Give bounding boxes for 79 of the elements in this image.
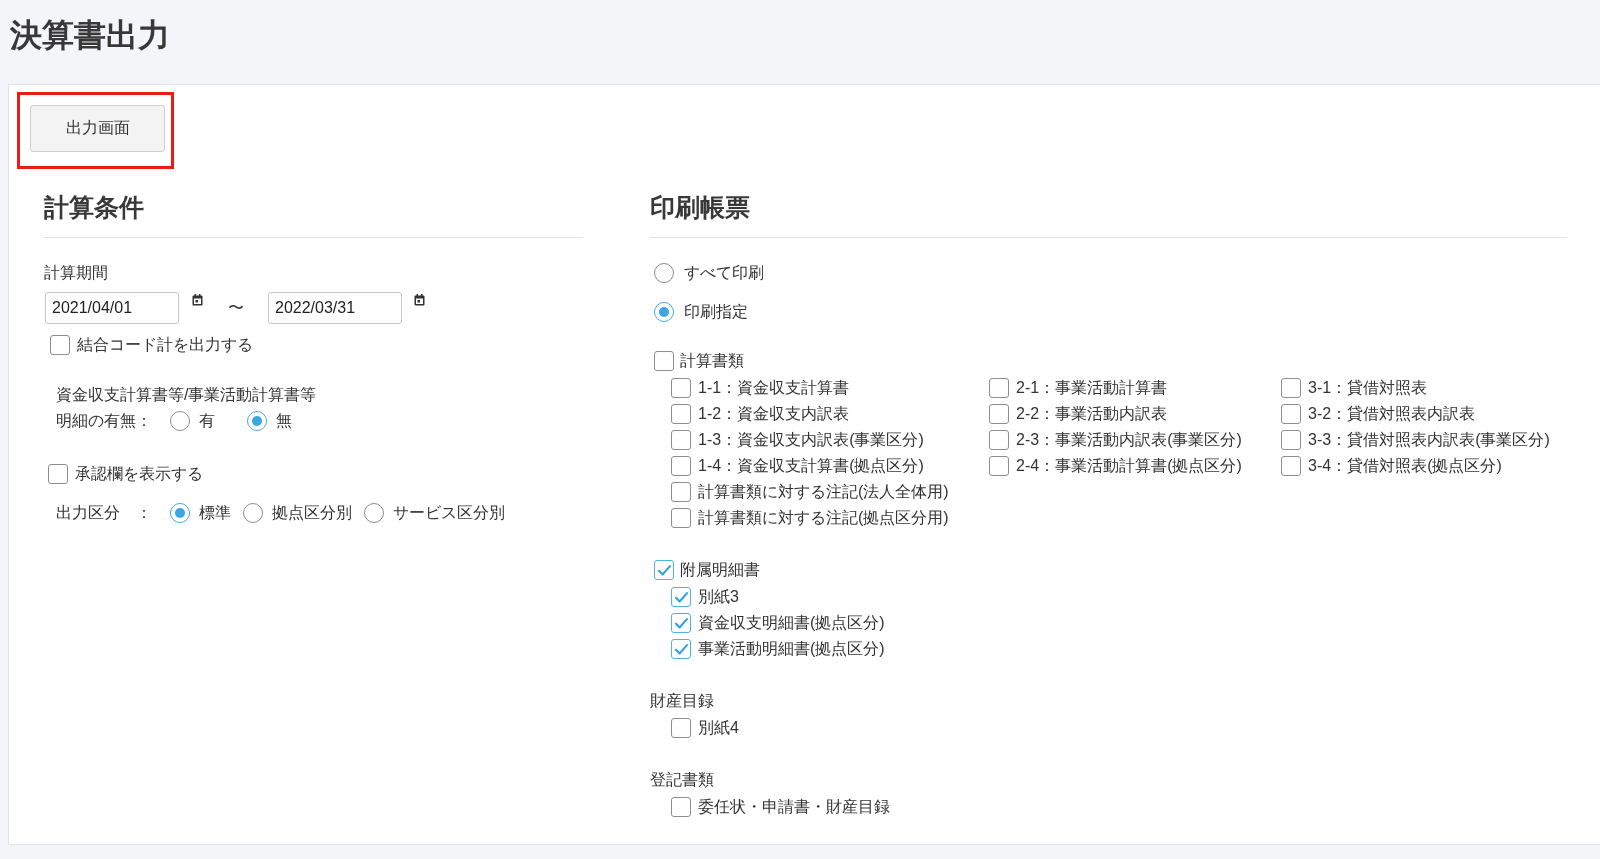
option-label: 事業活動明細書(拠点区分) — [698, 639, 885, 659]
radio-button[interactable] — [364, 503, 384, 523]
option-label: 別紙4 — [698, 718, 739, 738]
option-label: 1-3：資金収支内訳表(事業区分) — [698, 430, 924, 450]
radio-button[interactable] — [243, 503, 263, 523]
check-icon — [674, 643, 688, 655]
section-heading: 印刷帳票 — [650, 192, 750, 222]
option-label: 2-3：事業活動内訳表(事業区分) — [1016, 430, 1242, 450]
option-label: 承認欄を表示する — [75, 464, 203, 484]
checkbox[interactable] — [48, 464, 68, 484]
option-label: 2-4：事業活動計算書(拠点区分) — [1016, 456, 1242, 476]
group-heading: 登記書類 — [650, 770, 714, 790]
option-label: 拠点区分別 — [272, 503, 352, 523]
checkbox[interactable] — [671, 718, 691, 738]
date-field[interactable]: 2021/04/01 — [45, 292, 179, 324]
check-icon — [657, 564, 671, 576]
option-label: 1-2：資金収支内訳表 — [698, 404, 850, 424]
radio-button[interactable] — [247, 411, 267, 431]
group-heading: 財産目録 — [650, 691, 714, 711]
field-label: 出力区分 ： — [56, 503, 152, 523]
check-icon — [674, 617, 688, 629]
option-label: 計算書類に対する注記(拠点区分用) — [698, 508, 949, 528]
option-label: 2-1：事業活動計算書 — [1016, 378, 1168, 398]
checkbox[interactable] — [989, 456, 1009, 476]
range-separator: 〜 — [228, 298, 244, 318]
calendar-icon[interactable] — [192, 294, 203, 306]
checkbox[interactable] — [1281, 430, 1301, 450]
checkbox[interactable] — [989, 378, 1009, 398]
checkbox[interactable] — [1281, 378, 1301, 398]
checkbox[interactable] — [989, 430, 1009, 450]
checkbox[interactable] — [989, 404, 1009, 424]
option-label: 1-4：資金収支計算書(拠点区分) — [698, 456, 924, 476]
option-label: 資金収支明細書(拠点区分) — [698, 613, 885, 633]
option-label: サービス区分別 — [393, 503, 505, 523]
output-screen-button[interactable]: 出力画面 — [30, 105, 165, 152]
section-caption: 資金収支計算書等/事業活動計算書等 — [56, 385, 317, 405]
option-label: 委任状・申請書・財産目録 — [698, 797, 890, 817]
option-label: 1-1：資金収支計算書 — [698, 378, 850, 398]
checkbox[interactable] — [671, 613, 691, 633]
checkbox[interactable] — [654, 560, 674, 580]
option-label: 計算書類 — [680, 351, 744, 371]
checkbox[interactable] — [1281, 456, 1301, 476]
option-label: 附属明細書 — [680, 560, 760, 580]
option-label: 2-2：事業活動内訳表 — [1016, 404, 1168, 424]
option-label: 3-3：貸借対照表内訳表(事業区分) — [1308, 430, 1550, 450]
radio-button[interactable] — [170, 411, 190, 431]
option-label: 3-2：貸借対照表内訳表 — [1308, 404, 1476, 424]
checkbox[interactable] — [671, 456, 691, 476]
option-label: 有 — [199, 411, 215, 431]
checkbox[interactable] — [671, 430, 691, 450]
checkbox[interactable] — [50, 335, 70, 355]
option-label: 別紙3 — [698, 587, 739, 607]
checkbox[interactable] — [671, 797, 691, 817]
checkbox[interactable] — [671, 508, 691, 528]
calendar-icon[interactable] — [414, 294, 425, 306]
check-icon — [674, 591, 688, 603]
section-heading: 計算条件 — [44, 192, 144, 222]
checkbox[interactable] — [671, 639, 691, 659]
checkbox[interactable] — [671, 404, 691, 424]
radio-button[interactable] — [654, 263, 674, 283]
checkbox[interactable] — [671, 482, 691, 502]
option-label: 標準 — [199, 503, 231, 523]
radio-button[interactable] — [654, 302, 674, 322]
field-label: 計算期間 — [44, 263, 108, 283]
checkbox[interactable] — [671, 587, 691, 607]
option-label: 印刷指定 — [684, 302, 748, 322]
page-title: 決算書出力 — [10, 16, 170, 55]
option-label: 無 — [276, 411, 292, 431]
checkbox[interactable] — [1281, 404, 1301, 424]
option-label: 結合コード計を出力する — [77, 335, 253, 355]
option-label: 3-1：貸借対照表 — [1308, 378, 1428, 398]
field-label: 明細の有無： — [56, 411, 152, 431]
radio-button[interactable] — [170, 503, 190, 523]
option-label: 3-4：貸借対照表(拠点区分) — [1308, 456, 1502, 476]
option-label: すべて印刷 — [684, 263, 764, 283]
option-label: 計算書類に対する注記(法人全体用) — [698, 482, 949, 502]
date-field[interactable]: 2022/03/31 — [268, 292, 402, 324]
checkbox[interactable] — [671, 378, 691, 398]
checkbox[interactable] — [654, 351, 674, 371]
